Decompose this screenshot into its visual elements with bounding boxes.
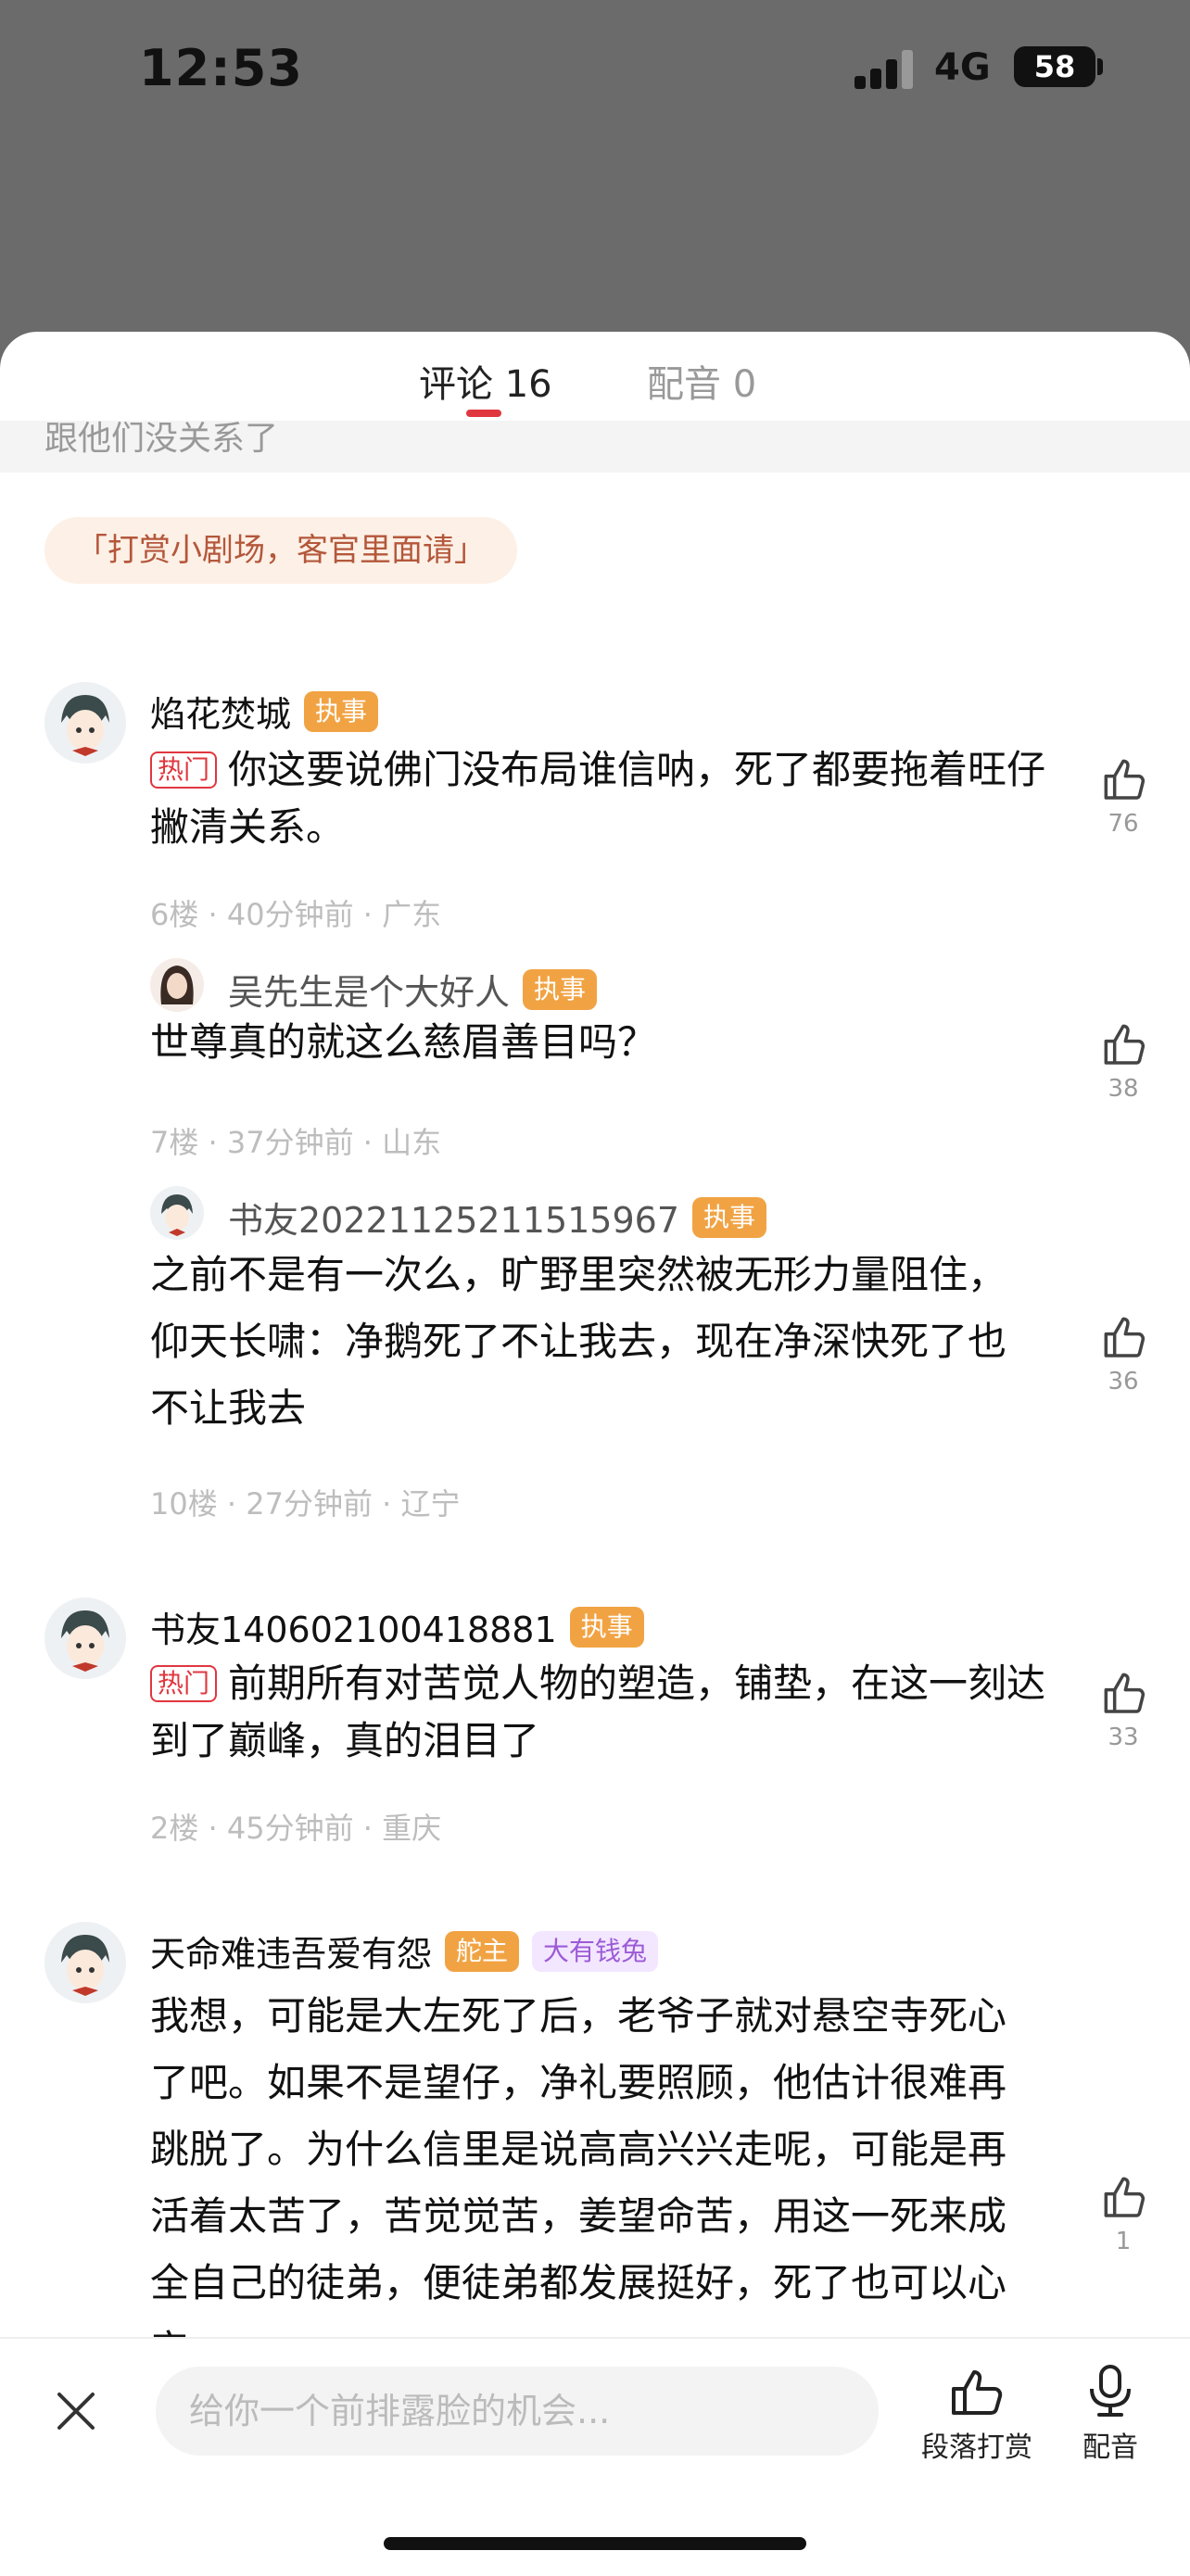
avatar[interactable] bbox=[44, 1922, 126, 2003]
comment-meta: 2楼 · 45分钟前 · 重庆 bbox=[150, 1811, 442, 1846]
thumbs-up-icon bbox=[1104, 2177, 1146, 2217]
tab-comments[interactable]: 评论 16 bbox=[419, 354, 552, 408]
username[interactable]: 天命难违吾爱有怨 bbox=[150, 1926, 432, 1976]
like-button[interactable]: 76 bbox=[1094, 752, 1153, 838]
thumbs-up-icon bbox=[1104, 759, 1146, 800]
reply-header: 书友20221125211515967 执事 bbox=[228, 1192, 767, 1243]
hot-tag: 热门 bbox=[150, 1665, 218, 1702]
thumbs-up-icon bbox=[1104, 1024, 1146, 1065]
like-count: 33 bbox=[1108, 1724, 1139, 1751]
avatar[interactable] bbox=[44, 1597, 126, 1679]
comment-text[interactable]: 热门 你这要说佛门没布局谁信呐，死了都要拖着旺仔撇清关系。 bbox=[150, 741, 1058, 856]
thumbs-up-icon bbox=[1104, 1673, 1146, 1713]
reward-label: 段落打赏 bbox=[921, 2431, 1032, 2464]
role-badge: 执事 bbox=[569, 1606, 644, 1648]
comment-header: 书友140602100418881 执事 bbox=[150, 1601, 644, 1652]
status-bar: 12:53 4G 58 bbox=[0, 0, 1190, 139]
dubbing-label: 配音 bbox=[1082, 2431, 1138, 2464]
username[interactable]: 书友140602100418881 bbox=[150, 1601, 557, 1652]
username[interactable]: 焰花焚城 bbox=[150, 686, 291, 737]
username[interactable]: 吴先生是个大好人 bbox=[228, 964, 510, 1015]
comment-body: 前期所有对苦觉人物的塑造，铺垫，在这一刻达到了巅峰，真的泪目了 bbox=[150, 1661, 1046, 1763]
comment-body: 你这要说佛门没布局谁信呐，死了都要拖着旺仔撇清关系。 bbox=[150, 747, 1046, 850]
dubbing-button[interactable]: 配音 bbox=[1081, 2363, 1140, 2465]
role-badge: 执事 bbox=[692, 1196, 767, 1238]
battery-icon: 58 bbox=[1014, 46, 1095, 87]
paragraph-reward-button[interactable]: 段落打赏 bbox=[921, 2363, 1032, 2465]
reward-theater-banner[interactable]: 「打赏小剧场，客官里面请」 bbox=[44, 517, 517, 584]
battery-cap bbox=[1097, 58, 1103, 75]
tab-indicator bbox=[466, 410, 501, 417]
role-badge: 执事 bbox=[523, 968, 598, 1010]
like-button[interactable]: 36 bbox=[1094, 1310, 1153, 1395]
like-count: 76 bbox=[1108, 810, 1139, 838]
comments-sheet: 评论 16 配音 0 跟他们没关系了 「打赏小剧场，客官里面请」 焰花焚城 执事… bbox=[0, 332, 1190, 2574]
avatar[interactable] bbox=[150, 1186, 204, 1240]
comment-input[interactable]: 给你一个前排露脸的机会... bbox=[156, 2367, 879, 2456]
reply-meta: 10楼 · 27分钟前 · 辽宁 bbox=[150, 1486, 461, 1522]
thumbs-up-icon bbox=[1104, 1317, 1146, 1357]
status-time: 12:53 bbox=[139, 39, 303, 97]
comment-text[interactable]: 热门 前期所有对苦觉人物的塑造，铺垫，在这一刻达到了巅峰，真的泪目了 bbox=[150, 1655, 1058, 1770]
like-count: 1 bbox=[1115, 2228, 1132, 2255]
like-button[interactable]: 38 bbox=[1094, 1017, 1153, 1103]
comment-header: 焰花焚城 执事 bbox=[150, 686, 379, 737]
like-count: 36 bbox=[1108, 1368, 1139, 1395]
network-type: 4G bbox=[934, 46, 991, 89]
comment-header: 天命难违吾爱有怨 舵主 大有钱兔 bbox=[150, 1926, 659, 1976]
like-button[interactable]: 1 bbox=[1094, 2170, 1153, 2255]
fan-badge: 大有钱兔 bbox=[532, 1930, 659, 1972]
like-button[interactable]: 33 bbox=[1094, 1666, 1153, 1751]
reply-header: 吴先生是个大好人 执事 bbox=[228, 964, 598, 1015]
avatar[interactable] bbox=[150, 958, 204, 1012]
role-badge: 执事 bbox=[304, 690, 379, 732]
reward-thumb-icon bbox=[952, 2370, 1003, 2415]
hot-tag: 热门 bbox=[150, 751, 218, 789]
peek-text: 跟他们没关系了 bbox=[44, 420, 279, 458]
comment-text[interactable]: 我想，可能是大左死了后，老爷子就对悬空寺死心了吧。如果不是望仔，净礼要照顾，他估… bbox=[150, 1983, 1021, 2383]
microphone-icon bbox=[1090, 2365, 1131, 2417]
comment-meta: 6楼 · 40分钟前 · 广东 bbox=[150, 897, 442, 932]
reply-text[interactable]: 世尊真的就这么慈眉善目吗？ bbox=[150, 1014, 1058, 1071]
tab-dubbing[interactable]: 配音 0 bbox=[647, 354, 756, 408]
previous-paragraph-peek: 跟他们没关系了 bbox=[0, 420, 1190, 473]
username[interactable]: 书友20221125211515967 bbox=[228, 1192, 679, 1243]
role-badge: 舵主 bbox=[445, 1930, 520, 1972]
signal-icon bbox=[855, 48, 914, 89]
reply-text[interactable]: 之前不是有一次么，旷野里突然被无形力量阻住，仰天长啸：净鹅死了不让我去，现在净深… bbox=[150, 1242, 1021, 1442]
close-icon[interactable] bbox=[52, 2387, 100, 2435]
home-indicator bbox=[384, 2537, 806, 2550]
reply-meta: 7楼 · 37分钟前 · 山东 bbox=[150, 1125, 442, 1160]
like-count: 38 bbox=[1108, 1075, 1139, 1103]
avatar[interactable] bbox=[44, 682, 126, 764]
tab-bar: 评论 16 配音 0 bbox=[0, 332, 1190, 421]
